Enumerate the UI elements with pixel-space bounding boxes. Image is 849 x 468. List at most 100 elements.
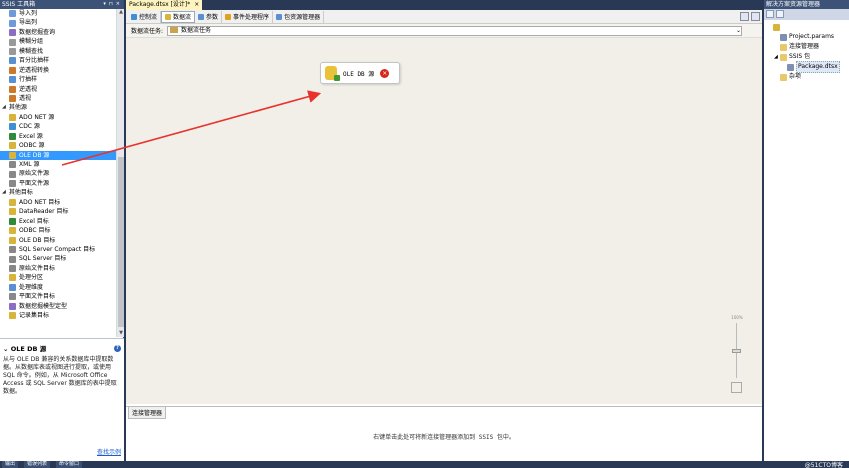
data-flow-canvas[interactable]: OLE DB 源 × 100% bbox=[126, 38, 762, 404]
toolbox-item[interactable]: 记录集目标 bbox=[0, 311, 116, 320]
toolbox-item[interactable]: Excel 目标 bbox=[0, 217, 116, 226]
document-tab-package[interactable]: Package.dtsx [设计]* × bbox=[126, 0, 203, 10]
bottom-tool-tabs: 输出 错误列表 命令窗口 bbox=[0, 461, 849, 468]
toolbox-item[interactable]: 原始文件源 bbox=[0, 169, 116, 178]
connection-managers-pane[interactable]: 连接管理器 右键单击此处可将新连接管理器添加到 SSIS 包中。 bbox=[126, 406, 762, 461]
bottom-tool-tab[interactable]: 错误列表 bbox=[24, 461, 51, 468]
designer-tab[interactable]: 数据流 bbox=[161, 10, 196, 23]
connection-managers-hint: 右键单击此处可将新连接管理器添加到 SSIS 包中。 bbox=[373, 434, 515, 441]
toolbox-item[interactable]: ODBC 目标 bbox=[0, 226, 116, 235]
toolbox-item[interactable]: OLE DB 目标 bbox=[0, 236, 116, 245]
scroll-down-icon[interactable]: ▼ bbox=[117, 330, 125, 337]
designer-tab[interactable]: 包资源管理器 bbox=[273, 10, 325, 23]
toolbox-item[interactable]: ODBC 源 bbox=[0, 141, 116, 150]
data-flow-icon bbox=[165, 13, 172, 20]
toolbox-item[interactable]: DataReader 目标 bbox=[0, 207, 116, 216]
toolbox-item[interactable]: XML 源 bbox=[0, 160, 116, 169]
ssis-toolbox-panel: SSIS 工具箱 ▾ ⊓ × 导入列 导出列 数据挖掘查询 模糊分组 模糊查找 百分比抽样… bbox=[0, 0, 124, 461]
params-file-icon bbox=[780, 33, 787, 41]
close-icon[interactable]: × bbox=[116, 0, 120, 9]
designer-tab[interactable]: 控制流 bbox=[128, 10, 162, 23]
expand-triangle-icon[interactable]: ◢ bbox=[2, 188, 6, 197]
raw-file-destination-icon bbox=[9, 265, 16, 273]
toolbox-item[interactable]: 模糊查找 bbox=[0, 47, 116, 56]
toolbox-group-header[interactable]: ◢ 其他源 bbox=[0, 103, 116, 112]
toolbox-item[interactable]: SQL Server 目标 bbox=[0, 254, 116, 263]
toolbox-item[interactable]: 导入列 bbox=[0, 9, 116, 18]
toolbox-item[interactable]: 百分比抽样 bbox=[0, 56, 116, 65]
toolbox-item[interactable]: 逆透视 bbox=[0, 85, 116, 94]
datareader-destination-icon bbox=[9, 208, 16, 216]
close-tab-icon[interactable]: × bbox=[194, 0, 199, 10]
toolbox-item[interactable]: 平面文件源 bbox=[0, 179, 116, 188]
odbc-source-icon bbox=[9, 142, 16, 150]
toolbox-item[interactable]: 处理维度 bbox=[0, 283, 116, 292]
toolbox-item[interactable]: Excel 源 bbox=[0, 132, 116, 141]
folder-icon bbox=[780, 53, 787, 61]
expand-triangle-icon[interactable]: ◢ bbox=[2, 103, 6, 112]
toolbox-item[interactable]: 行抽样 bbox=[0, 75, 116, 84]
toolbox-group-header[interactable]: ◢ 其他目标 bbox=[0, 188, 116, 197]
designer-tab[interactable]: 参数 bbox=[195, 10, 223, 23]
solution-tree-node[interactable]: 杂项 bbox=[764, 72, 849, 82]
zoom-icon[interactable] bbox=[751, 12, 760, 21]
recordset-destination-icon bbox=[9, 312, 16, 320]
toolbox-item[interactable]: 导出列 bbox=[0, 18, 116, 27]
flat-file-destination-icon bbox=[9, 293, 16, 301]
scrollbar-thumb[interactable] bbox=[118, 157, 124, 327]
flat-file-source-icon bbox=[9, 180, 16, 188]
toolbox-scrollbar[interactable]: ▲ ▼ bbox=[116, 9, 124, 337]
toolbox-item[interactable]: ADO NET 源 bbox=[0, 113, 116, 122]
bottom-tool-tab[interactable]: 命令窗口 bbox=[56, 461, 83, 468]
zoom-slider-knob[interactable] bbox=[732, 349, 741, 353]
toolbox-item[interactable]: ADO NET 目标 bbox=[0, 198, 116, 207]
toolbox-item[interactable]: CDC 源 bbox=[0, 122, 116, 131]
toolbox-item[interactable]: 透视 bbox=[0, 94, 116, 103]
data-flow-task-select[interactable]: 数据流任务 ⌄ bbox=[167, 25, 743, 36]
excel-source-icon bbox=[9, 132, 16, 140]
zoom-to-fit-icon[interactable] bbox=[731, 382, 742, 393]
ole-db-source-icon bbox=[9, 151, 16, 159]
solution-explorer-panel: 解决方案资源管理器 Project.params 连接管理器 ◢ SSIS 包 Pack… bbox=[764, 0, 849, 461]
connection-managers-tab[interactable]: 连接管理器 bbox=[128, 407, 167, 419]
toolbox-item[interactable]: SQL Server Compact 目标 bbox=[0, 245, 116, 254]
variables-icon[interactable] bbox=[740, 12, 749, 21]
solution-tree-node[interactable] bbox=[764, 22, 849, 32]
cdc-source-icon bbox=[9, 123, 16, 131]
auto-hide-icon[interactable]: ⊓ bbox=[109, 0, 113, 9]
solution-tree-node[interactable]: Project.params bbox=[764, 32, 849, 42]
solution-tree-node[interactable]: Package.dtsx bbox=[764, 61, 849, 73]
show-all-files-icon[interactable] bbox=[776, 10, 784, 18]
solution-tree-node[interactable]: 连接管理器 bbox=[764, 42, 849, 52]
designer-tab[interactable]: 事件处理程序 bbox=[222, 10, 274, 23]
watermark: @51CTO博客 bbox=[804, 462, 843, 468]
collapse-icon[interactable]: ⌄ bbox=[3, 345, 8, 353]
toolbox-item[interactable]: 逆透视转换 bbox=[0, 66, 116, 75]
percentage-sampling-icon bbox=[9, 57, 16, 65]
toolbox-item[interactable]: OLE DB 源 bbox=[0, 150, 116, 160]
ole-db-source-component[interactable]: OLE DB 源 × bbox=[320, 62, 400, 84]
find-samples-link[interactable]: 查找示例 bbox=[97, 447, 121, 456]
data-mining-training-icon bbox=[9, 302, 16, 310]
scroll-up-icon[interactable]: ▲ bbox=[117, 9, 125, 16]
xml-source-icon bbox=[9, 161, 16, 169]
toolbox-item[interactable]: 模糊分组 bbox=[0, 37, 116, 46]
toolbox-item[interactable]: 原始文件目标 bbox=[0, 264, 116, 273]
excel-destination-icon bbox=[9, 217, 16, 225]
pivot-icon bbox=[9, 95, 16, 103]
toolbox-title: SSIS 工具箱 bbox=[2, 1, 36, 8]
ado-net-source-icon bbox=[9, 114, 16, 122]
pin-icon[interactable]: ▾ bbox=[103, 0, 106, 9]
properties-icon[interactable] bbox=[766, 10, 774, 18]
toolbox-item[interactable]: 数据挖掘模型定型 bbox=[0, 302, 116, 311]
toolbox-description-pane: ⌄ OLE DB 源 ? 从与 OLE DB 兼容的关系数据库中提取数据。从数据… bbox=[0, 338, 124, 461]
help-icon[interactable]: ? bbox=[114, 344, 121, 352]
bottom-tool-tab[interactable]: 输出 bbox=[2, 461, 19, 468]
ole-db-destination-icon bbox=[9, 236, 16, 244]
dimension-processing-icon bbox=[9, 283, 16, 291]
ado-net-destination-icon bbox=[9, 198, 16, 206]
raw-file-source-icon bbox=[9, 170, 16, 178]
toolbox-item[interactable]: 平面文件目标 bbox=[0, 292, 116, 301]
toolbox-item[interactable]: 处理分区 bbox=[0, 273, 116, 282]
toolbox-item[interactable]: 数据挖掘查询 bbox=[0, 28, 116, 37]
